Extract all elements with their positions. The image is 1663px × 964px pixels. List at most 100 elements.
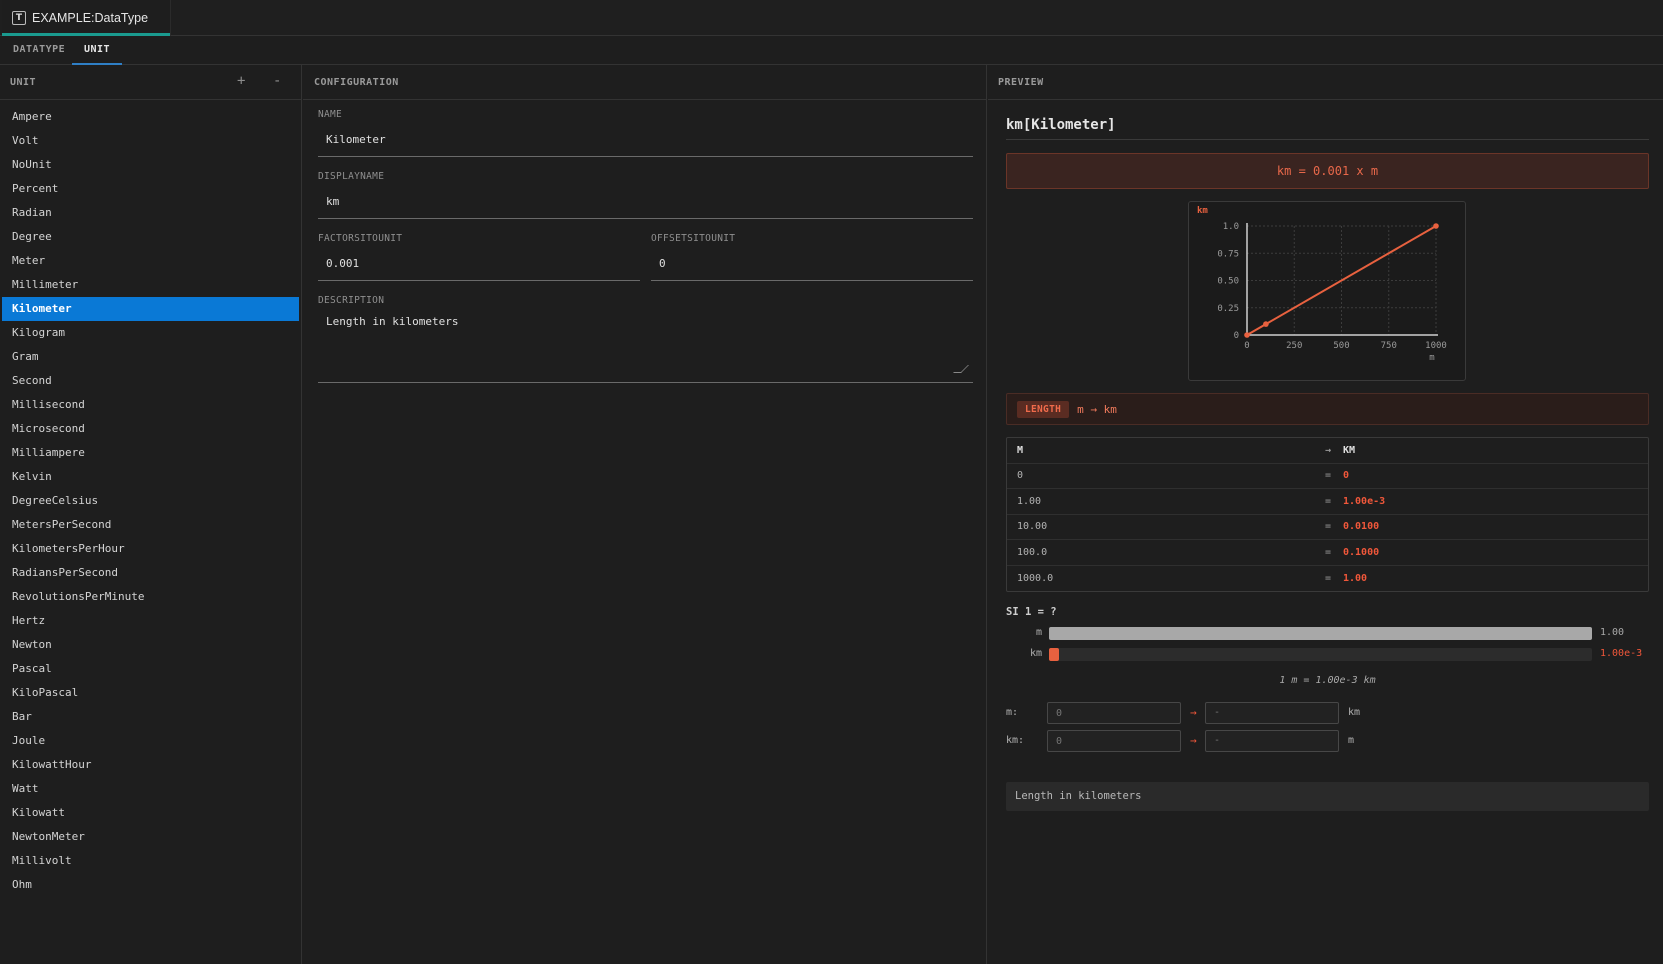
unit-display-title: km[Kilometer] [1006,117,1116,133]
unit-list-item[interactable]: KilowattHour [2,753,299,777]
chart-x-axis-label: m [1429,353,1434,363]
table-row: 0 = 0 [1007,464,1648,489]
table-cell-to: 0.1000 [1343,546,1380,558]
title-divider [1006,139,1649,140]
description-value: Length in kilometers [326,315,459,328]
tab-unit[interactable]: UNIT [72,36,123,65]
converter-input[interactable] [1047,702,1181,724]
tab-datatype[interactable]: DATATYPE [13,36,65,65]
preview-panel: PREVIEW km[Kilometer] km = 0.001 x m 0 25… [988,65,1663,964]
converter-label: km: [1006,735,1025,746]
unit-list-item[interactable]: Kilogram [2,321,299,345]
si-bar-value: 1.00e-3 [1600,648,1643,659]
unit-list-item[interactable]: Kelvin [2,465,299,489]
add-unit-button[interactable]: + [237,73,246,89]
preview-description: Length in kilometers [1006,782,1649,811]
unit-list-item[interactable]: Volt [2,129,299,153]
si-bar-track [1049,648,1592,661]
unit-list-item[interactable]: Degree [2,225,299,249]
converter-output: - [1205,702,1339,724]
description-label: DESCRIPTION [318,295,385,306]
unit-list-item[interactable]: Percent [2,177,299,201]
name-label: NAME [318,109,343,120]
description-underline [318,382,973,383]
table-cell-from: 100.0 [1017,546,1048,558]
chart-y-tick-label: 1.0 [1223,222,1239,232]
unit-list-item[interactable]: Bar [2,705,299,729]
unit-list-item[interactable]: Kilometer [2,297,299,321]
unit-list-item[interactable]: Pascal [2,657,299,681]
table-cell-from: 0 [1017,470,1024,482]
unit-list-item[interactable]: Second [2,369,299,393]
unit-list-item[interactable]: NewtonMeter [2,825,299,849]
converter-input[interactable] [1047,730,1181,752]
description-field[interactable]: DESCRIPTION Length in kilometers [318,295,973,383]
chart-data-point [1263,321,1269,327]
offset-field[interactable]: OFFSETSITOUNIT 0 [651,233,973,281]
table-cell-from: 1000.0 [1017,572,1054,584]
arrow-right-icon: → [1190,706,1197,719]
chart-y-tick-label: 0.50 [1217,277,1239,287]
unit-list-item[interactable]: DegreeCelsius [2,489,299,513]
table-row: 10.00 = 0.0100 [1007,515,1648,540]
table-cell-op: = [1325,495,1332,507]
chart-x-tick-label: 1000 [1425,341,1447,351]
unit-list-item[interactable]: Kilowatt [2,801,299,825]
unit-list-item[interactable]: Hertz [2,609,299,633]
si-bar-track [1049,627,1592,640]
factor-field[interactable]: FACTORSITOUNIT 0.001 [318,233,640,281]
unit-list-item[interactable]: Radian [2,201,299,225]
unit-list-item[interactable]: Gram [2,345,299,369]
offset-value: 0 [659,257,666,270]
chart-y-tick-label: 0.75 [1217,249,1239,259]
chart-data-point [1433,223,1439,229]
unit-list-item[interactable]: RadiansPerSecond [2,561,299,585]
unit-list-item[interactable]: KiloPascal [2,681,299,705]
converter-row: km: →-m [1006,730,1649,752]
chart-x-tick-label: 250 [1286,341,1302,351]
table-body: 0 = 0 1.00 = 1.00e-3 10.00 = 0.0100 100.0 = 0.1000 1… [1007,464,1648,592]
unit-list-item[interactable]: Ampere [2,105,299,129]
si-bar-value: 1.00 [1600,627,1625,638]
chart-y-tick-label: 0 [1234,331,1239,341]
table-row: 1.00 = 1.00e-3 [1007,489,1648,515]
table-cell-to: 1.00 [1343,572,1368,584]
unit-list-item[interactable]: Watt [2,777,299,801]
displayname-field[interactable]: DISPLAYNAME km [318,171,973,219]
table-cell-op: = [1325,521,1332,533]
category-bar: LENGTH m → km [1006,393,1649,425]
table-cell-from: 1.00 [1017,495,1042,507]
configuration-title: CONFIGURATION [314,76,399,88]
unit-list-item[interactable]: Millimeter [2,273,299,297]
unit-panel: UNIT + - Ampere Volt NoUnit Percent Radian De… [0,65,302,964]
unit-panel-title: UNIT [10,76,37,88]
unit-list-item[interactable]: Microsecond [2,417,299,441]
converter-unit: km [1348,707,1361,718]
unit-list-item[interactable]: Joule [2,729,299,753]
name-field[interactable]: NAME Kilometer [318,109,973,157]
preview-title: PREVIEW [998,76,1044,88]
unit-list-item[interactable]: NoUnit [2,153,299,177]
unit-list-item[interactable]: Meter [2,249,299,273]
unit-panel-header: UNIT + - [0,65,301,100]
sub-tab-bar: DATATYPE UNIT [0,36,1663,65]
unit-list-item[interactable]: Millisecond [2,393,299,417]
table-cell-to: 1.00e-3 [1343,495,1386,507]
unit-list-item[interactable]: Milliampere [2,441,299,465]
unit-list-item[interactable]: RevolutionsPerMinute [2,585,299,609]
displayname-underline [318,218,973,219]
table-cell-to: 0.0100 [1343,521,1380,533]
unit-list-item[interactable]: Newton [2,633,299,657]
si-compare-label: SI 1 = ? [1006,606,1057,618]
textarea-resize-handle[interactable] [953,365,969,373]
remove-unit-button[interactable]: - [273,73,282,89]
chart-x-tick-label: 0 [1244,341,1249,351]
unit-list-item[interactable]: Ohm [2,873,299,897]
converter-label: m: [1006,707,1019,718]
table-header: M → KM [1007,438,1648,464]
unit-list-item[interactable]: MetersPerSecond [2,513,299,537]
editor-tab-bar: T EXAMPLE:DataType [0,0,1663,36]
unit-list-item[interactable]: Millivolt [2,849,299,873]
file-tab[interactable]: T EXAMPLE:DataType [2,0,171,36]
unit-list-item[interactable]: KilometersPerHour [2,537,299,561]
